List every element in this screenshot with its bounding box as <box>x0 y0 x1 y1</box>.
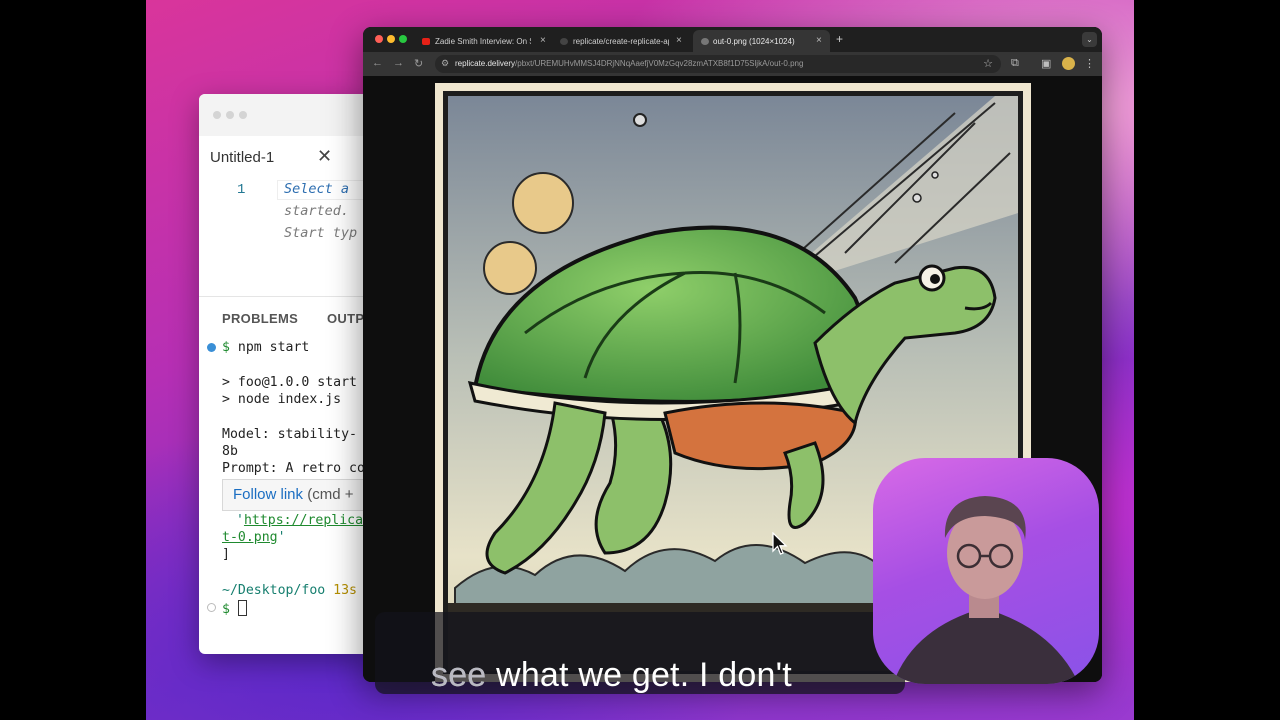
close-icon[interactable]: × <box>540 35 546 46</box>
tab-output[interactable]: OUTP <box>327 311 364 326</box>
new-tab-icon[interactable]: + <box>836 32 843 46</box>
close-icon[interactable]: × <box>676 35 682 46</box>
command-status-dot <box>207 343 216 352</box>
reload-icon[interactable]: ↻ <box>414 57 423 70</box>
editor-tab-untitled[interactable]: Untitled-1 ✕ <box>199 136 369 178</box>
terminal-output-line: > node index.js <box>222 392 342 407</box>
presenter-silhouette <box>893 496 1079 684</box>
forward-icon[interactable]: → <box>393 57 404 69</box>
browser-tab-active[interactable]: out-0.png (1024×1024) × <box>693 30 830 52</box>
terminal-cursor <box>237 600 247 616</box>
close-window-button[interactable] <box>213 111 221 119</box>
follow-link[interactable]: Follow link <box>233 486 303 503</box>
tab-search-icon[interactable]: ⌄ <box>1082 32 1097 47</box>
site-info-icon[interactable]: ⚙ <box>441 58 449 69</box>
browser-tab-title: out-0.png (1024×1024) <box>713 37 795 46</box>
follow-link-tooltip[interactable]: Follow link (cmd + <box>222 479 369 511</box>
extensions-icon[interactable]: ⧉ <box>1011 57 1019 70</box>
editor-hint-line: started. <box>284 203 350 219</box>
terminal-command-line: $ npm start <box>222 340 310 355</box>
browser-tab-title: replicate/create-replicate-ap <box>573 37 669 46</box>
code-editor-window: Untitled-1 ✕ 1 Select a started. Start t… <box>199 94 369 654</box>
browser-tab[interactable]: replicate/create-replicate-ap × <box>556 30 689 52</box>
terminal-output-url-cont[interactable]: t-0.png' <box>222 530 286 545</box>
terminal-output-line: 8b <box>222 444 238 459</box>
terminal-output-url[interactable]: 'https://replica <box>236 513 363 528</box>
panel-divider <box>199 296 369 297</box>
prompt-status-dot <box>207 603 216 612</box>
terminal-prompt-info: ~/Desktop/foo 13s <box>222 583 357 598</box>
browser-tab-title: Zadie Smith Interview: On Sh <box>435 37 531 46</box>
browser-tab[interactable]: Zadie Smith Interview: On Sh × <box>418 30 553 52</box>
terminal[interactable]: $ npm start > foo@1.0.0 start > node ind… <box>199 338 369 654</box>
mouse-pointer-icon <box>772 532 788 555</box>
browser-tab-strip: Zadie Smith Interview: On Sh × replicate… <box>363 27 1102 52</box>
editor-code-area[interactable]: 1 Select a started. Start typ <box>199 180 369 290</box>
address-bar[interactable]: ⚙ replicate.delivery/pbxt/UREMUHvMMSJ4DR… <box>435 55 1001 73</box>
close-icon[interactable]: × <box>816 35 822 46</box>
back-icon[interactable]: ← <box>372 57 383 69</box>
editor-hint-line: Select a <box>284 181 350 197</box>
editor-titlebar <box>199 94 369 136</box>
minimize-window-button[interactable] <box>387 35 395 43</box>
video-subtitle: see what we get. I don't see <box>375 612 905 694</box>
more-menu-icon[interactable]: ⋮ <box>1084 57 1095 70</box>
line-number: 1 <box>237 182 246 198</box>
profile-avatar[interactable] <box>1062 57 1075 70</box>
github-icon <box>560 38 568 45</box>
close-icon[interactable]: ✕ <box>317 146 332 167</box>
bookmark-star-icon[interactable]: ☆ <box>983 57 993 70</box>
terminal-output-line: Model: stability- <box>222 427 357 442</box>
minimize-window-button[interactable] <box>226 111 234 119</box>
browser-toolbar: ← → ↻ ⚙ replicate.delivery/pbxt/UREMUHvM… <box>363 52 1102 76</box>
editor-hint-line: Start typ <box>284 225 358 241</box>
terminal-input-line[interactable]: $ <box>222 600 247 617</box>
tab-problems[interactable]: PROBLEMS <box>222 311 298 326</box>
terminal-output-line: Prompt: A retro co <box>222 461 365 476</box>
zoom-window-button[interactable] <box>399 35 407 43</box>
editor-tab-title: Untitled-1 <box>210 149 275 166</box>
terminal-output-line: > foo@1.0.0 start <box>222 375 357 390</box>
presenter-webcam <box>873 458 1099 684</box>
close-window-button[interactable] <box>375 35 383 43</box>
address-url: replicate.delivery/pbxt/UREMUHvMMSJ4DRjN… <box>455 59 804 68</box>
terminal-output-line: ] <box>222 547 230 562</box>
zoom-window-button[interactable] <box>239 111 247 119</box>
globe-icon <box>701 38 709 45</box>
youtube-icon <box>422 38 430 45</box>
side-panel-icon[interactable]: ▣ <box>1041 57 1051 70</box>
